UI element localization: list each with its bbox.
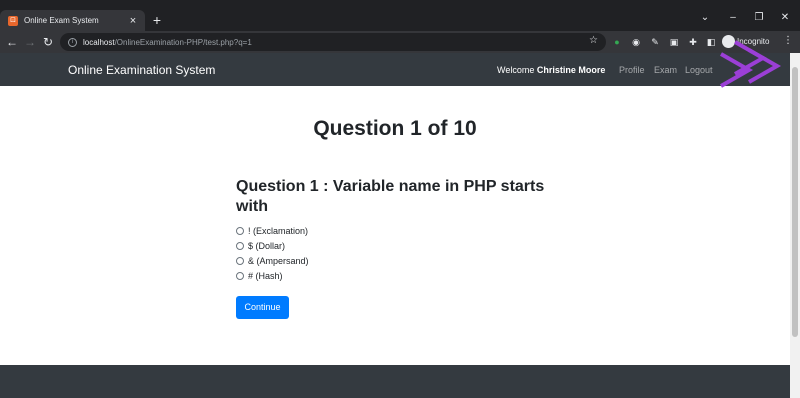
option-label: & (Ampersand) xyxy=(248,255,309,266)
site-info-icon[interactable]: i xyxy=(68,37,77,47)
question-text: Question 1 : Variable name in PHP starts… xyxy=(236,178,545,215)
tab-search-dropdown-icon[interactable]: ⌄ xyxy=(698,12,712,23)
welcome-prefix: Welcome xyxy=(497,65,537,75)
tab-title: Online Exam System xyxy=(24,16,99,25)
new-tab-button[interactable]: + xyxy=(150,12,164,28)
close-window-button[interactable]: ✕ xyxy=(778,12,792,23)
browser-tab-bar: ⊡ Online Exam System × + ⌄ – ❐ ✕ xyxy=(0,0,800,31)
site-navbar: Online Examination System Welcome Christ… xyxy=(0,53,790,86)
browser-toolbar: ← → ↻ i localhost/OnlineExamination-PHP/… xyxy=(0,31,800,53)
continue-button[interactable]: Continue xyxy=(236,296,289,319)
radio-button[interactable] xyxy=(236,271,244,280)
radio-button[interactable] xyxy=(236,226,244,235)
option-label: # (Hash) xyxy=(248,270,283,281)
answer-options: ! (Exclamation) $ (Dollar) & (Ampersand)… xyxy=(236,223,309,283)
browser-tab[interactable]: ⊡ Online Exam System × xyxy=(0,10,145,31)
question-progress-heading: Question 1 of 10 xyxy=(313,117,477,140)
url-path: /OnlineExamination-PHP/test.php?q=1 xyxy=(114,37,252,47)
back-arrow-icon[interactable]: ← xyxy=(4,34,20,50)
user-name: Christine Moore xyxy=(536,65,606,75)
reload-icon[interactable]: ↻ xyxy=(40,34,56,50)
page-content: Online Examination System Welcome Christ… xyxy=(0,53,790,398)
radio-button[interactable] xyxy=(236,241,244,250)
option-label: ! (Exclamation) xyxy=(248,225,309,236)
answer-option[interactable]: & (Ampersand) xyxy=(236,253,309,268)
option-label: $ (Dollar) xyxy=(248,240,286,251)
address-bar[interactable]: i localhost/OnlineExamination-PHP/test.p… xyxy=(60,33,606,51)
pen-extension-icon[interactable]: ✎ xyxy=(649,36,661,48)
site-footer xyxy=(0,365,790,398)
welcome-text: Welcome Christine Moore xyxy=(497,65,605,75)
answer-option[interactable]: # (Hash) xyxy=(236,268,309,283)
maximize-button[interactable]: ❐ xyxy=(752,12,766,23)
extensions-puzzle-icon[interactable]: ✚ xyxy=(687,36,699,48)
site-brand[interactable]: Online Examination System xyxy=(68,63,215,77)
tab-close-icon[interactable]: × xyxy=(127,15,139,27)
scrollbar-thumb[interactable] xyxy=(792,67,798,337)
url-host: localhost xyxy=(83,37,115,47)
extension-icon[interactable]: ● xyxy=(611,36,623,48)
bookmark-star-icon[interactable]: ☆ xyxy=(589,35,598,46)
answer-option[interactable]: ! (Exclamation) xyxy=(236,223,309,238)
decorative-arrows-icon xyxy=(720,40,782,88)
camera-extension-icon[interactable]: ◉ xyxy=(630,36,642,48)
answer-option[interactable]: $ (Dollar) xyxy=(236,238,309,253)
page-scrollbar[interactable] xyxy=(790,53,800,398)
nav-link-profile[interactable]: Profile xyxy=(619,65,645,75)
nav-link-exam[interactable]: Exam xyxy=(654,65,677,75)
radio-button[interactable] xyxy=(236,256,244,265)
site-favicon-icon: ⊡ xyxy=(8,15,18,26)
extension-icon[interactable]: ▣ xyxy=(668,36,680,48)
forward-arrow-icon[interactable]: → xyxy=(22,34,38,50)
minimize-button[interactable]: – xyxy=(726,12,740,23)
